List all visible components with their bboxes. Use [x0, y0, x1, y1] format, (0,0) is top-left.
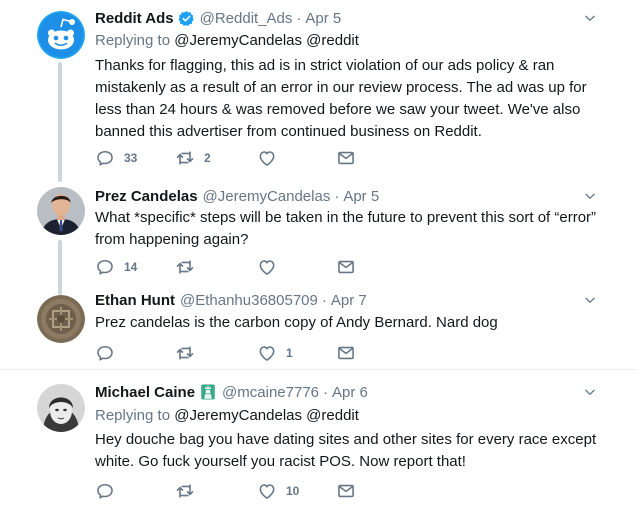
- chevron-down-icon[interactable]: [583, 293, 597, 307]
- tweet-header: Ethan Hunt @Ethanhu36805709 · Apr 7: [95, 290, 367, 310]
- reply-icon: [95, 257, 115, 277]
- tweet-date[interactable]: Apr 5: [305, 10, 341, 27]
- heart-icon: [257, 257, 277, 277]
- reply-icon: [95, 148, 115, 168]
- avatar[interactable]: [37, 11, 85, 59]
- thread-line: [58, 62, 62, 182]
- chevron-down-icon[interactable]: [583, 189, 597, 203]
- profile-photo-icon: [37, 187, 85, 235]
- retweet-button[interactable]: [175, 257, 204, 277]
- tweet-text: Prez candelas is the carbon copy of Andy…: [95, 314, 498, 331]
- replying-prefix: Replying to: [95, 407, 171, 424]
- display-name[interactable]: Michael Caine: [95, 384, 195, 401]
- avatar[interactable]: [37, 384, 85, 432]
- display-name[interactable]: Ethan Hunt: [95, 292, 175, 309]
- user-handle[interactable]: @Reddit_Ads: [200, 10, 293, 27]
- retweet-icon: [175, 343, 195, 363]
- like-button[interactable]: 10: [257, 481, 299, 501]
- heart-icon: [257, 148, 277, 168]
- like-button[interactable]: [257, 148, 286, 168]
- tweet-actions: 14: [95, 257, 395, 277]
- profile-photo-icon: [37, 295, 85, 343]
- replying-to: Replying to @JeremyCandelas @reddit: [95, 32, 359, 49]
- reply-icon: [95, 481, 115, 501]
- retweet-icon: [175, 148, 195, 168]
- reply-button[interactable]: 14: [95, 257, 137, 277]
- envelope-icon: [336, 343, 356, 363]
- tweet-reddit-ads[interactable]: Reddit Ads @Reddit_Ads · Apr 5 Replying …: [0, 0, 636, 183]
- tweet-date[interactable]: Apr 6: [332, 384, 368, 401]
- envelope-icon: [336, 257, 356, 277]
- reddit-logo-icon: [37, 11, 85, 59]
- retweet-icon: [175, 257, 195, 277]
- dm-button[interactable]: [336, 148, 356, 168]
- retweet-count: 2: [204, 151, 211, 165]
- separator-dot: ·: [321, 291, 327, 309]
- tweet-date[interactable]: Apr 7: [331, 292, 367, 309]
- dm-button[interactable]: [336, 343, 356, 363]
- user-handle[interactable]: @Ethanhu36805709: [180, 292, 318, 309]
- envelope-icon: [336, 481, 356, 501]
- display-name[interactable]: Reddit Ads: [95, 10, 174, 27]
- tweet-michael-caine[interactable]: Michael Caine @mcaine7776 · Apr 6 Replyi…: [0, 370, 636, 507]
- user-handle[interactable]: @JeremyCandelas: [203, 188, 331, 205]
- tweet-date[interactable]: Apr 5: [343, 188, 379, 205]
- replying-to: Replying to @JeremyCandelas @reddit: [95, 407, 359, 424]
- replying-mentions[interactable]: @JeremyCandelas @reddit: [174, 32, 359, 49]
- verified-badge-icon: [178, 10, 195, 27]
- chevron-down-icon[interactable]: [583, 385, 597, 399]
- envelope-icon: [336, 148, 356, 168]
- retweet-button[interactable]: [175, 343, 204, 363]
- tweet-header: Reddit Ads @Reddit_Ads · Apr 5: [95, 8, 341, 28]
- tweet-actions: 33 2: [95, 148, 395, 168]
- profile-photo-icon: [37, 384, 85, 432]
- reply-button[interactable]: 33: [95, 148, 137, 168]
- heart-icon: [257, 343, 277, 363]
- separator-dot: ·: [296, 9, 302, 27]
- replying-mentions[interactable]: @JeremyCandelas @reddit: [174, 407, 359, 424]
- retweet-button[interactable]: 2: [175, 148, 211, 168]
- avatar[interactable]: [37, 187, 85, 235]
- statue-of-liberty-icon: [199, 383, 217, 401]
- heart-icon: [257, 481, 277, 501]
- user-handle[interactable]: @mcaine7776: [222, 384, 319, 401]
- tweet-text: What *specific* steps will be taken in t…: [95, 209, 597, 248]
- tweet-actions: 10: [95, 481, 395, 501]
- like-count: 1: [286, 346, 293, 360]
- reply-button[interactable]: [95, 343, 124, 363]
- chevron-down-icon[interactable]: [583, 11, 597, 25]
- replying-prefix: Replying to: [95, 32, 171, 49]
- reply-count: 14: [124, 260, 138, 274]
- tweet-header: Michael Caine @mcaine7776 · Apr 6: [95, 382, 368, 402]
- reply-button[interactable]: [95, 481, 124, 501]
- tweet-ethan-hunt[interactable]: Ethan Hunt @Ethanhu36805709 · Apr 7 Prez…: [0, 285, 636, 369]
- reply-count: 33: [124, 151, 138, 165]
- like-count: 10: [286, 484, 300, 498]
- like-button[interactable]: [257, 257, 286, 277]
- tweet-header: Prez Candelas @JeremyCandelas · Apr 5: [95, 186, 379, 206]
- display-name[interactable]: Prez Candelas: [95, 188, 198, 205]
- like-button[interactable]: 1: [257, 343, 293, 363]
- dm-button[interactable]: [336, 481, 356, 501]
- retweet-button[interactable]: [175, 481, 204, 501]
- tweet-text: Hey douche bag you have dating sites and…: [95, 431, 597, 470]
- tweet-prez-candelas[interactable]: Prez Candelas @JeremyCandelas · Apr 5 Wh…: [0, 183, 636, 295]
- tweet-text: Thanks for flagging, this ad is in stric…: [95, 57, 587, 140]
- tweet-actions: 1: [95, 343, 395, 363]
- avatar[interactable]: [37, 295, 85, 343]
- dm-button[interactable]: [336, 257, 356, 277]
- separator-dot: ·: [334, 187, 340, 205]
- reply-icon: [95, 343, 115, 363]
- separator-dot: ·: [323, 383, 328, 401]
- retweet-icon: [175, 481, 195, 501]
